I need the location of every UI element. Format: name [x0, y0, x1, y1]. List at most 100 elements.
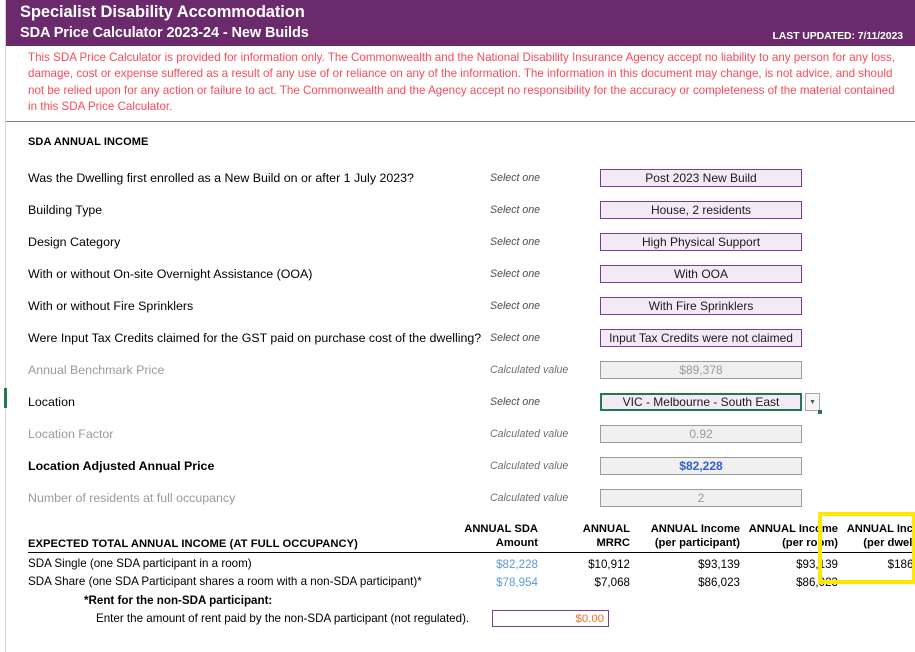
form-row: Location Adjusted Annual Price Calculate… [6, 450, 915, 482]
row-label: Location Factor [28, 426, 114, 441]
cell-per-participant: $93,139 [698, 558, 740, 572]
cell-mrrc: $10,912 [588, 558, 630, 572]
row-label: Design Category [28, 234, 121, 249]
table-row: SDA Share (one SDA Participant shares a … [28, 571, 915, 589]
row-hint: Calculated value [490, 428, 569, 441]
field-wrap: High Physical Support [600, 233, 802, 252]
form-row: Were Input Tax Credits claimed for the G… [6, 322, 915, 354]
row-hint: Select one [490, 236, 541, 249]
row-hint: Calculated value [490, 460, 569, 473]
rent-note-block: *Rent for the non-SDA participant: Enter… [6, 593, 915, 628]
form-row: Location Factor Calculated value 0.92 [6, 418, 915, 450]
row-label: Building Type [28, 202, 103, 217]
rent-input-row: Enter the amount of rent paid by the non… [6, 610, 915, 628]
col-header-bottom: (per room) [782, 537, 838, 550]
form-area: SDA ANNUAL INCOME Was the Dwelling first… [6, 122, 915, 514]
cell-per-room: $93,139 [796, 558, 838, 572]
row-hint: Calculated value [490, 492, 569, 505]
cell-per-participant: $86,023 [698, 576, 740, 590]
field-wrap: Post 2023 New Build [600, 169, 802, 188]
col-header-top: ANNUAL SDA [464, 523, 538, 536]
col-header-top: ANNUAL [582, 523, 630, 536]
rent-amount-input[interactable]: $0.00 [492, 610, 609, 628]
field-wrap: House, 2 residents [600, 201, 802, 220]
form-row: Building Type Select one House, 2 reside… [6, 194, 915, 226]
row-label: With or without On-site Overnight Assist… [28, 266, 313, 281]
value-location-factor: 0.92 [600, 425, 802, 444]
row-label: With or without Fire Sprinklers [28, 298, 194, 313]
field-wrap: With OOA [600, 265, 802, 284]
row-label: Number of residents at full occupancy [28, 490, 236, 505]
col-header-income-per-dwelling: ANNUAL Income (per dwelling) [844, 522, 915, 554]
form-row: Design Category Select one High Physical… [6, 226, 915, 258]
col-header-income-per-room: ANNUAL Income (per room) [746, 522, 844, 554]
row-hint: Select one [490, 172, 541, 185]
row-label: Location [28, 394, 75, 409]
active-cell-handle[interactable] [818, 410, 822, 415]
results-section: EXPECTED TOTAL ANNUAL INCOME (AT FULL OC… [6, 512, 915, 589]
row-label: Were Input Tax Credits claimed for the G… [28, 330, 482, 345]
form-row: Was the Dwelling first enrolled as a New… [6, 162, 915, 194]
form-row: With or without Fire Sprinklers Select o… [6, 290, 915, 322]
field-wrap: 2 [600, 489, 802, 508]
cell-sda-amount: $78,954 [496, 576, 538, 590]
row-label: Location Adjusted Annual Price [28, 458, 215, 473]
col-header-annual-sda-amount: ANNUAL SDA Amount [448, 522, 544, 554]
dropdown-design-category[interactable]: High Physical Support [600, 233, 802, 252]
rent-note-heading: *Rent for the non-SDA participant: [84, 594, 273, 608]
row-label-sda-single: SDA Single (one SDA participant in a roo… [28, 557, 252, 571]
last-updated-label: LAST UPDATED: 7/11/2023 [772, 30, 903, 42]
page-title: Specialist Disability Accommodation [20, 3, 305, 21]
field-wrap: $82,228 [600, 457, 802, 476]
field-wrap: VIC - Melbourne - South East ▼ [600, 393, 822, 415]
col-header-top: ANNUAL Income [650, 523, 740, 536]
row-hint: Select one [490, 396, 541, 409]
cell-per-dwelling [844, 571, 915, 589]
value-residents-full-occupancy: 2 [600, 489, 802, 508]
form-row: With or without On-site Overnight Assist… [6, 258, 915, 290]
title-banner: Specialist Disability Accommodation SDA … [6, 0, 915, 46]
row-hint: Select one [490, 268, 541, 281]
field-wrap: With Fire Sprinklers [600, 297, 802, 316]
dropdown-new-build[interactable]: Post 2023 New Build [600, 169, 802, 188]
row-label: Was the Dwelling first enrolled as a New… [28, 170, 414, 185]
dropdown-building-type[interactable]: House, 2 residents [600, 201, 802, 220]
col-header-bottom: Amount [495, 537, 538, 550]
results-headline: EXPECTED TOTAL ANNUAL INCOME (AT FULL OC… [28, 522, 448, 554]
form-row: Number of residents at full occupancy Ca… [6, 482, 915, 514]
form-row: Location Select one VIC - Melbourne - So… [6, 386, 915, 418]
row-hint: Select one [490, 204, 541, 217]
col-header-bottom: (per participant) [654, 537, 740, 550]
value-annual-benchmark-price: $89,378 [600, 361, 802, 380]
disclaimer-text: This SDA Price Calculator is provided fo… [6, 46, 915, 123]
row-label: Annual Benchmark Price [28, 362, 165, 377]
form-row: Annual Benchmark Price Calculated value … [6, 354, 915, 386]
row-hint: Select one [490, 332, 541, 345]
dropdown-input-tax-credits[interactable]: Input Tax Credits were not claimed [600, 329, 802, 348]
col-header-bottom: (per dwelling) [863, 537, 915, 550]
field-wrap: $89,378 [600, 361, 802, 380]
dropdown-location[interactable]: VIC - Melbourne - South East [600, 393, 822, 415]
value-location-adjusted-annual-price: $82,228 [600, 457, 802, 476]
row-hint: Calculated value [490, 364, 569, 377]
chevron-down-icon[interactable]: ▼ [805, 393, 820, 412]
results-table: EXPECTED TOTAL ANNUAL INCOME (AT FULL OC… [28, 522, 915, 589]
field-wrap: 0.92 [600, 425, 802, 444]
section-title-sda-annual-income: SDA ANNUAL INCOME [28, 136, 149, 149]
active-row-marker [4, 388, 7, 408]
cell-per-dwelling: $186,279 [887, 558, 915, 572]
dropdown-fire-sprinklers[interactable]: With Fire Sprinklers [600, 297, 802, 316]
cell-sda-amount: $82,228 [496, 558, 538, 572]
col-header-top: ANNUAL Income [846, 523, 915, 536]
col-header-annual-mrrc: ANNUAL MRRC [544, 522, 636, 554]
col-header-bottom: MRRC [596, 537, 630, 550]
dropdown-ooa[interactable]: With OOA [600, 265, 802, 284]
rent-note-text: Enter the amount of rent paid by the non… [96, 612, 470, 626]
cell-per-room: $86,023 [796, 576, 838, 590]
row-hint: Select one [490, 300, 541, 313]
table-header-row: EXPECTED TOTAL ANNUAL INCOME (AT FULL OC… [28, 522, 915, 554]
row-label-sda-share: SDA Share (one SDA Participant shares a … [28, 575, 422, 589]
cell-mrrc: $7,068 [594, 576, 630, 590]
table-row: SDA Single (one SDA participant in a roo… [28, 553, 915, 572]
col-header-income-per-participant: ANNUAL Income (per participant) [636, 522, 746, 554]
